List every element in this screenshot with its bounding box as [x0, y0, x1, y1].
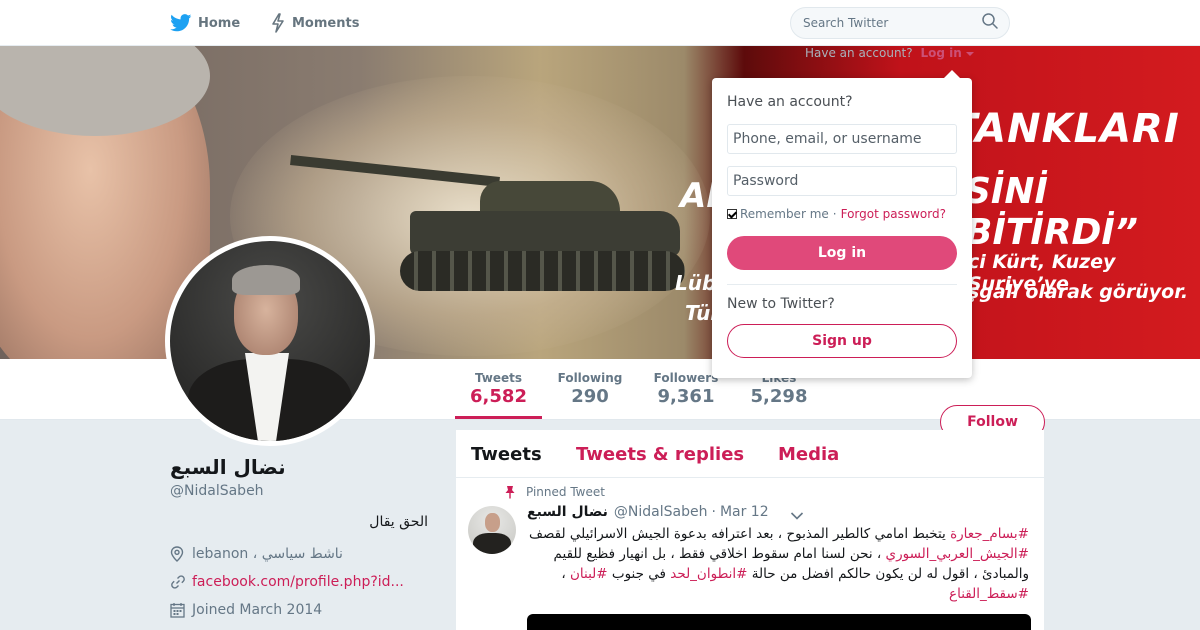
stat-label: Following [557, 371, 623, 385]
nav-moments[interactable]: Moments [270, 0, 359, 46]
tweet-author-name[interactable]: نضال السبع [527, 504, 608, 520]
banner-text: SİNİ BİTİRDİ” [965, 171, 1138, 253]
search-box [790, 7, 1010, 39]
login-dropdown: Have an account? Remember me · Forgot pa… [712, 70, 972, 378]
hashtag[interactable]: #لبنان [570, 566, 608, 582]
profile-location: lebanon ، ناشط سياسي [170, 546, 343, 562]
calendar-icon [170, 602, 188, 618]
stat-value: 290 [571, 386, 609, 407]
tweet-avatar[interactable] [468, 506, 516, 554]
avatar-photo [170, 241, 370, 441]
profile-url-link[interactable]: facebook.com/profile.php?id... [192, 574, 404, 590]
profile-joined: Joined March 2014 [170, 602, 322, 618]
tweet-date[interactable]: Mar 12 [720, 504, 769, 520]
dropdown-caret [944, 70, 960, 78]
tweet-text: #بسام_جعارة يتخبط امامي كالطير المذبوح ،… [528, 526, 1029, 602]
chevron-down-icon[interactable] [790, 506, 804, 525]
profile-bio: الحق يقال [369, 514, 428, 530]
banner-text: şgali olarak görüyor. [968, 281, 1189, 303]
forgot-password-link[interactable]: Forgot password? [841, 207, 946, 221]
hashtag[interactable]: #الجيش_العربي_السوري [886, 546, 1029, 562]
location-text: lebanon ، ناشط سياسي [192, 546, 343, 562]
stat-label: Tweets [474, 371, 523, 385]
profile-url: facebook.com/profile.php?id... [170, 574, 404, 590]
stat-value: 6,582 [470, 386, 527, 407]
link-icon [170, 574, 188, 590]
nav-moments-label: Moments [292, 15, 360, 31]
have-account-prompt: Have an account? Log in [805, 46, 974, 60]
tweet-media[interactable] [527, 614, 1031, 630]
hashtag[interactable]: #سقط_القناع [949, 586, 1029, 602]
remember-checkbox[interactable] [727, 209, 737, 219]
profile-handle[interactable]: @NidalSabeh [170, 483, 264, 499]
stat-value: 9,361 [657, 386, 715, 407]
tab-tweets-replies[interactable]: Tweets & replies [576, 444, 744, 465]
pinned-tweet[interactable]: Pinned Tweet نضال السبع @NidalSabeh · Ma… [456, 478, 1044, 630]
caret-down-icon [965, 52, 974, 56]
nav-home[interactable]: Home [170, 0, 240, 46]
tab-media[interactable]: Media [778, 444, 839, 465]
pin-icon [504, 485, 516, 499]
login-button[interactable]: Log in [727, 236, 957, 270]
tweet-separator: · [711, 504, 716, 520]
remember-row: Remember me · Forgot password? [727, 207, 946, 221]
stat-tweets[interactable]: Tweets 6,582 [455, 359, 542, 419]
tweet-header: نضال السبع @NidalSabeh · Mar 12 [527, 504, 769, 520]
hashtag[interactable]: #بسام_جعارة [950, 526, 1029, 542]
search-icon[interactable] [981, 12, 999, 34]
banner-tank [290, 155, 690, 296]
password-field[interactable] [727, 166, 957, 196]
timeline: Tweets Tweets & replies Media Pinned Twe… [456, 430, 1044, 630]
banner-text: TANKLARI [950, 106, 1180, 152]
login-heading: Have an account? [727, 94, 853, 110]
profile-avatar[interactable] [165, 236, 375, 446]
tab-tweets[interactable]: Tweets [471, 444, 542, 465]
separator-dot: · [832, 207, 837, 221]
search-input[interactable] [803, 16, 981, 30]
location-pin-icon [170, 546, 188, 562]
signup-button[interactable]: Sign up [727, 324, 957, 358]
tweet-author-handle[interactable]: @NidalSabeh [614, 504, 708, 520]
username-field[interactable] [727, 124, 957, 154]
profile-name: نضال السبع [170, 455, 286, 479]
hashtag[interactable]: #انطوان_لحد [670, 566, 747, 582]
lightning-icon [270, 13, 286, 33]
have-account-text: Have an account? [805, 46, 913, 60]
stat-value: 5,298 [750, 386, 808, 407]
pinned-label-row: Pinned Tweet [504, 485, 605, 499]
stat-following[interactable]: Following 290 [552, 359, 628, 419]
new-to-twitter-label: New to Twitter? [727, 296, 835, 312]
divider [727, 284, 957, 285]
login-dropdown-link[interactable]: Log in [920, 46, 974, 60]
nav-home-label: Home [198, 15, 241, 31]
timeline-tabs: Tweets Tweets & replies Media [456, 430, 1044, 478]
top-nav: Home Moments [0, 0, 1200, 46]
pinned-label: Pinned Tweet [526, 485, 605, 499]
joined-text: Joined March 2014 [192, 602, 323, 618]
remember-label[interactable]: Remember me [740, 207, 829, 221]
twitter-bird-icon [170, 14, 192, 32]
